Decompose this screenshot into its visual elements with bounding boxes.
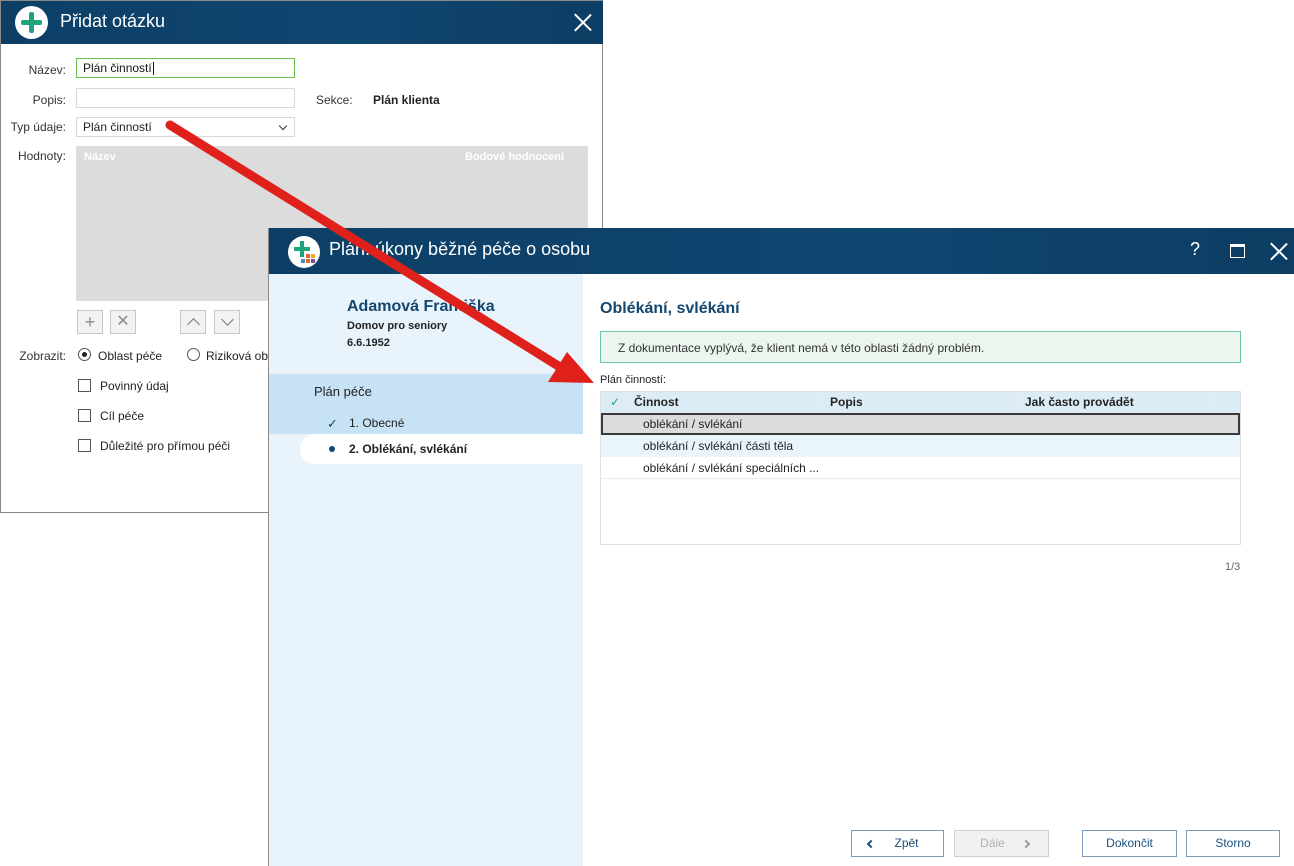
help-icon[interactable]: ?: [1190, 239, 1200, 260]
check-all-icon[interactable]: ✓: [610, 395, 620, 409]
plan-header: Plán péče: [269, 374, 583, 434]
checkbox-care-goal-label: Cíl péče: [100, 409, 145, 423]
bullet-icon: [329, 446, 335, 452]
section-value: Plán klienta: [373, 93, 440, 107]
client-name: Adamová Františka: [347, 298, 495, 315]
col-description[interactable]: Popis: [830, 395, 863, 409]
chevron-down-icon: [278, 121, 288, 131]
chevron-up-icon: [187, 318, 200, 331]
back-button[interactable]: Zpět: [851, 830, 944, 857]
name-label: Název:: [28, 63, 66, 77]
remove-value-button[interactable]: ✕: [110, 310, 136, 334]
section-label: Sekce:: [316, 93, 353, 107]
move-down-button[interactable]: [214, 310, 240, 334]
radio-care-area[interactable]: [78, 348, 91, 361]
maximize-icon[interactable]: [1230, 244, 1245, 258]
description-input[interactable]: [76, 88, 295, 108]
client-birth-date: 6.6.1952: [347, 337, 390, 349]
data-type-select[interactable]: Plán činností: [76, 117, 295, 137]
sidebar: [269, 274, 583, 866]
table-row[interactable]: oblékání / svlékání: [601, 413, 1240, 435]
move-up-button[interactable]: [180, 310, 206, 334]
values-col-name: Název: [84, 151, 116, 163]
pager: 1/3: [1225, 561, 1241, 573]
plan-header-label: Plán péče: [314, 384, 372, 399]
dialog1-titlebar: Přidat otázku: [1, 1, 603, 44]
name-input[interactable]: Plán činností: [76, 58, 295, 78]
care-plan-dialog: Plán: úkony běžné péče o osobu ? Adamová…: [268, 228, 1294, 866]
col-frequency[interactable]: Jak často provádět: [1025, 395, 1134, 409]
close-icon[interactable]: [574, 13, 592, 31]
chevron-down-icon: [221, 313, 234, 326]
data-type-label: Typ údaje:: [10, 120, 66, 134]
checkbox-direct-care-label: Důležité pro přímou péči: [100, 439, 231, 453]
dialog2-title: Plán: úkony běžné péče o osobu: [329, 239, 591, 259]
table-header: ✓ Činnost Popis Jak často provádět: [601, 392, 1240, 413]
table-row[interactable]: oblékání / svlékání speciálních ...: [601, 457, 1240, 479]
radio-risk-area-label: Riziková obl: [206, 349, 271, 363]
next-button[interactable]: Dále: [954, 830, 1049, 857]
step-dressing: 2. Oblékání, svlékání: [349, 442, 468, 456]
info-message: Z dokumentace vyplývá, že klient nemá v …: [600, 331, 1241, 363]
dialog2-titlebar: Plán: úkony běžné péče o osobu ?: [269, 228, 1294, 274]
row-activity: oblékání / svlékání speciálních ...: [643, 461, 820, 475]
client-facility: Domov pro seniory: [347, 320, 448, 332]
radio-risk-area[interactable]: [187, 348, 200, 361]
dialog1-title: Přidat otázku: [60, 11, 166, 31]
radio-care-area-label: Oblast péče: [98, 349, 163, 363]
activities-table: ✓ Činnost Popis Jak často provádět oblék…: [600, 391, 1241, 545]
display-label: Zobrazit:: [19, 349, 66, 363]
checkbox-direct-care[interactable]: [78, 439, 91, 452]
cancel-button[interactable]: Storno: [1186, 830, 1280, 857]
description-label: Popis:: [32, 93, 66, 107]
col-activity[interactable]: Činnost: [634, 395, 679, 409]
checkbox-care-goal[interactable]: [78, 409, 91, 422]
table-row[interactable]: oblékání / svlékání části těla: [601, 435, 1240, 457]
step-current[interactable]: 2. Oblékání, svlékání: [300, 434, 583, 464]
checkbox-mandatory[interactable]: [78, 379, 91, 392]
step-general[interactable]: 1. Obecné: [349, 416, 404, 430]
chevron-right-icon: [1021, 839, 1031, 849]
care-plan-app-icon: [288, 236, 320, 268]
section-title: Oblékání, svlékání: [600, 300, 740, 317]
checkbox-mandatory-label: Povinný údaj: [100, 379, 169, 393]
row-activity: oblékání / svlékání: [643, 417, 743, 431]
add-value-button[interactable]: +: [77, 310, 103, 334]
data-type-value: Plán činností: [83, 120, 152, 134]
values-col-score: Bodové hodnocení: [465, 151, 564, 163]
table-label: Plán činností:: [600, 374, 667, 386]
chevron-left-icon: [866, 839, 876, 849]
row-activity: oblékání / svlékání části těla: [643, 439, 794, 453]
add-plus-icon: [15, 6, 48, 39]
check-icon: ✓: [327, 416, 338, 431]
close-icon[interactable]: [1270, 242, 1288, 260]
values-label: Hodnoty:: [17, 149, 66, 163]
finish-button[interactable]: Dokončit: [1082, 830, 1177, 857]
